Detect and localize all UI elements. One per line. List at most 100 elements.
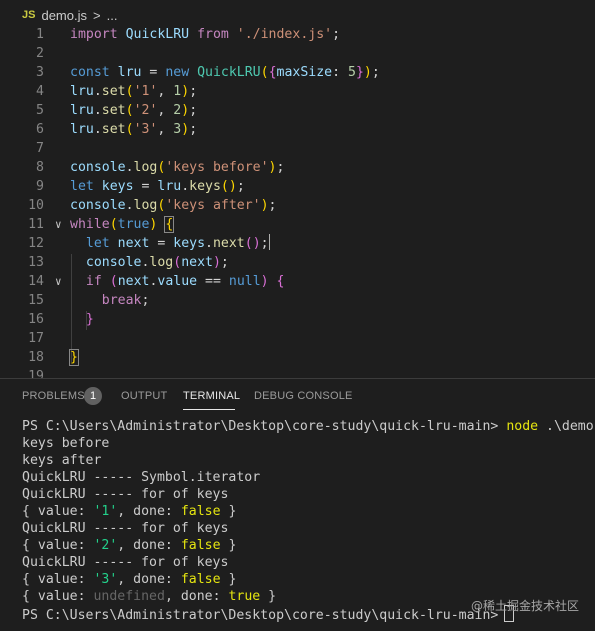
code-token: lru xyxy=(70,103,94,118)
code-token: ) xyxy=(181,122,190,137)
terminal-line: PS C:\Users\Administrator\Desktop\core-s… xyxy=(22,418,595,435)
code-token: ; xyxy=(276,160,285,175)
breadcrumb-file[interactable]: demo.js xyxy=(41,8,87,23)
code-token: ( xyxy=(260,65,269,80)
code-line[interactable]: 19 xyxy=(0,367,595,378)
terminal-line: keys before xyxy=(22,435,109,452)
code-token: './index.js' xyxy=(236,27,333,42)
terminal-text: false xyxy=(180,504,221,519)
code-token: null xyxy=(228,274,261,289)
code-line[interactable]: 14 ∨ if (next.value == null) { xyxy=(0,272,595,291)
terminal-text: } xyxy=(220,572,237,587)
code-token: let xyxy=(85,236,110,251)
code-text: lru.set('3', 3); xyxy=(70,120,197,139)
code-line[interactable]: 7 xyxy=(0,139,595,158)
code-text: } xyxy=(69,348,79,367)
terminal-text: node xyxy=(506,419,539,434)
code-token: ( xyxy=(109,217,118,232)
code-token: ; xyxy=(189,84,198,99)
terminal-text: QuickLRU ----- for of keys xyxy=(22,555,229,570)
code-line[interactable]: 18} xyxy=(0,348,595,367)
code-token: ) xyxy=(252,236,261,251)
code-line[interactable]: 12 let next = keys.next(); xyxy=(0,234,595,253)
code-line[interactable]: 16 } xyxy=(0,310,595,329)
text-cursor xyxy=(268,234,270,250)
code-token: 'keys before' xyxy=(165,160,269,175)
code-token: next xyxy=(181,255,213,270)
code-text: lru.set('2', 2); xyxy=(70,101,197,120)
terminal-line: keys after xyxy=(22,452,101,469)
terminal-text: false xyxy=(180,538,221,553)
javascript-file-icon: JS xyxy=(22,9,36,21)
code-token: { xyxy=(164,216,175,233)
code-token: . xyxy=(181,179,190,194)
tab-debug-console[interactable]: DEBUG CONSOLE xyxy=(254,390,353,402)
code-text: const lru = new QuickLRU({maxSize: 5}); xyxy=(70,63,380,82)
code-token: ; xyxy=(189,122,198,137)
watermark: @稀土掘金技术社区 xyxy=(470,599,579,613)
terminal-text: PS C:\Users\Administrator\Desktop\core-s… xyxy=(22,608,499,623)
code-text: let next = keys.next(); xyxy=(70,234,270,253)
code-token: ) xyxy=(212,255,221,270)
tab-output[interactable]: OUTPUT xyxy=(121,390,167,402)
fold-chevron-icon[interactable]: ∨ xyxy=(55,272,62,291)
terminal-text: PS C:\Users\Administrator\Desktop\core-s… xyxy=(22,419,507,434)
code-token: ( xyxy=(125,122,134,137)
code-token: new xyxy=(165,65,190,80)
code-token: keys xyxy=(101,179,134,194)
terminal-line: { value: '2', done: false } xyxy=(22,537,236,554)
breadcrumb-ellipsis[interactable]: ... xyxy=(107,8,118,23)
code-line[interactable]: 11 ∨ while(true) { xyxy=(0,215,595,234)
line-number: 15 xyxy=(28,293,44,308)
code-token: QuickLRU xyxy=(197,65,261,80)
code-line[interactable]: 5 lru.set('2', 2); xyxy=(0,101,595,120)
code-token: ( xyxy=(109,274,118,289)
line-number: 18 xyxy=(28,350,44,365)
code-line[interactable]: 3 const lru = new QuickLRU({maxSize: 5}); xyxy=(0,63,595,82)
code-text: } xyxy=(70,310,94,329)
code-token: . xyxy=(93,84,102,99)
code-line[interactable]: 13 console.log(next); xyxy=(0,253,595,272)
code-line[interactable]: 4 lru.set('1', 1); xyxy=(0,82,595,101)
terminal-line: { value: undefined, done: true } xyxy=(22,588,276,605)
code-line[interactable]: 17 xyxy=(0,329,595,348)
code-token: ; xyxy=(141,293,150,308)
tab-terminal[interactable]: TERMINAL xyxy=(183,390,240,402)
tab-problems[interactable]: PROBLEMS xyxy=(22,390,85,402)
code-line[interactable]: 6 lru.set('3', 3); xyxy=(0,120,595,139)
code-line[interactable]: 15 break; xyxy=(0,291,595,310)
code-line[interactable]: 9 let keys = lru.keys(); xyxy=(0,177,595,196)
code-token: ) xyxy=(181,103,190,118)
code-token: ) xyxy=(228,179,237,194)
terminal-text: '2' xyxy=(93,538,118,553)
code-token: lru xyxy=(117,65,142,80)
line-number: 4 xyxy=(36,84,44,99)
terminal-line: { value: '1', done: false } xyxy=(22,503,236,520)
line-number: 14 xyxy=(28,274,44,289)
code-token: { xyxy=(276,274,285,289)
code-token: const xyxy=(70,65,110,80)
line-number: 13 xyxy=(28,255,44,270)
code-token: while xyxy=(70,217,110,232)
terminal-text: QuickLRU ----- Symbol.iterator xyxy=(22,470,261,485)
code-token: '3' xyxy=(133,122,158,137)
code-token: : xyxy=(332,65,348,80)
terminal-line: QuickLRU ----- Symbol.iterator xyxy=(22,469,260,486)
code-token: ) xyxy=(363,65,372,80)
code-token: . xyxy=(93,103,102,118)
code-token: . xyxy=(125,160,134,175)
code-line[interactable]: 10 console.log('keys after'); xyxy=(0,196,595,215)
code-text: console.log('keys after'); xyxy=(70,196,277,215)
code-line[interactable]: 8 console.log('keys before'); xyxy=(0,158,595,177)
code-token: } xyxy=(69,349,79,366)
code-text: break; xyxy=(70,291,150,310)
code-line[interactable]: 1 import QuickLRU from './index.js'; xyxy=(0,25,595,44)
code-line[interactable]: 2 xyxy=(0,44,595,63)
code-editor[interactable]: 1 import QuickLRU from './index.js'; 2 3 con… xyxy=(0,22,595,378)
fold-chevron-icon[interactable]: ∨ xyxy=(55,215,62,234)
